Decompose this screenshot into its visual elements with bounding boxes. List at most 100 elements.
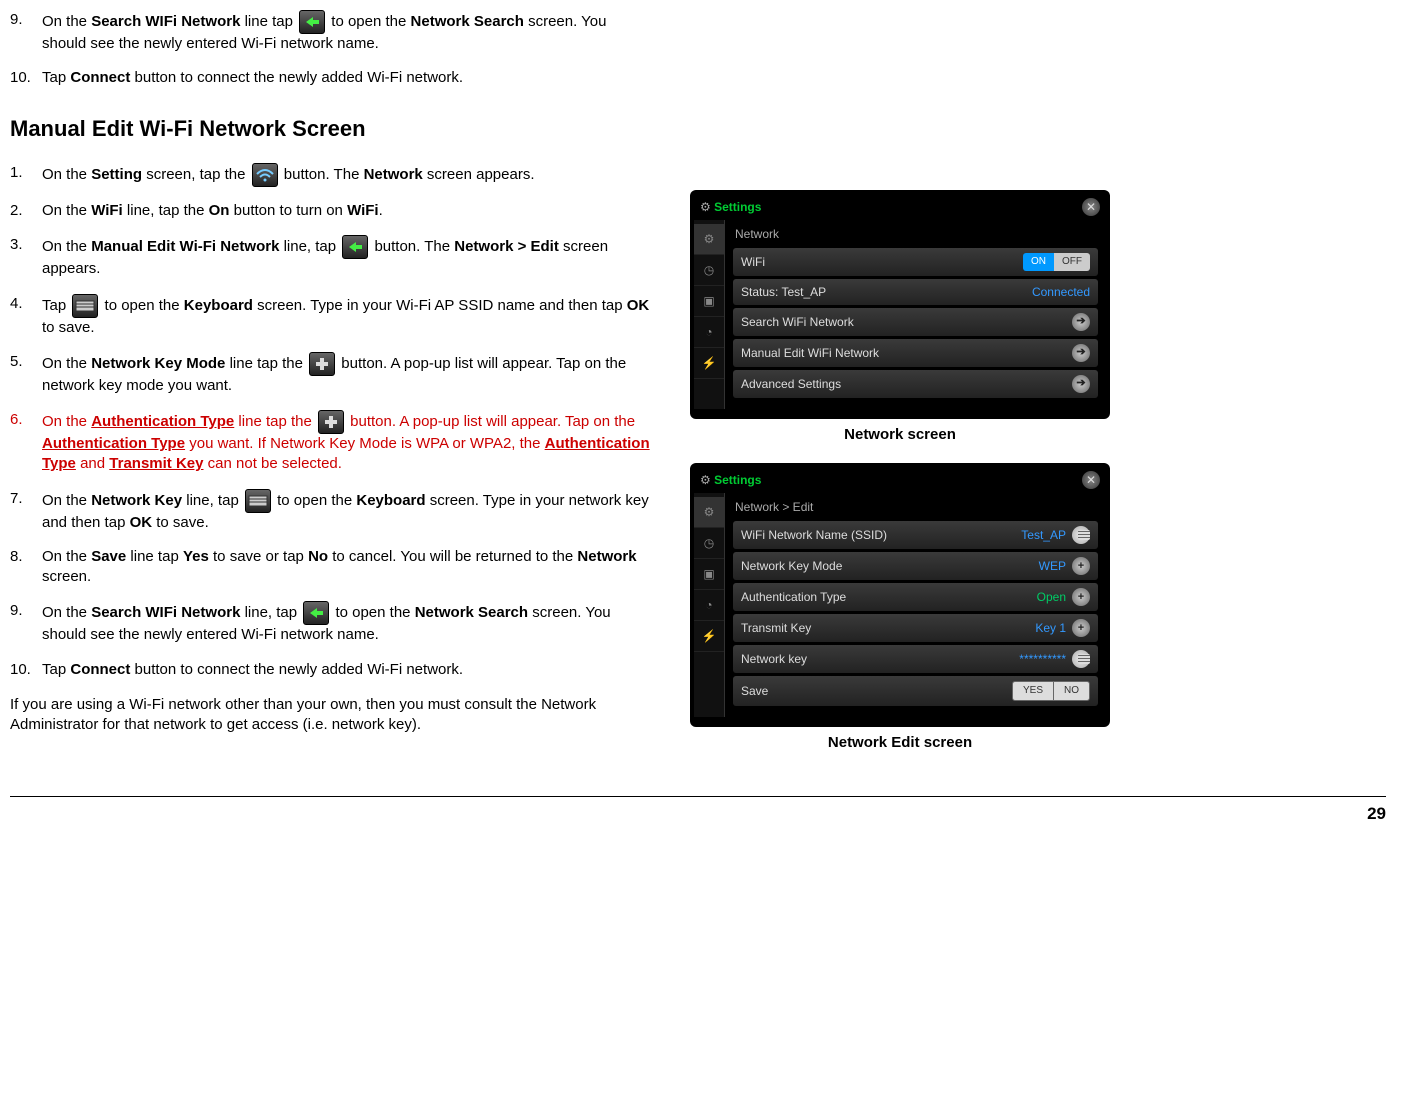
step-number: 3. — [10, 235, 42, 279]
clock-icon[interactable]: ◷ — [694, 528, 724, 559]
step-number: 1. — [10, 163, 42, 187]
on-off-toggle[interactable]: ONOFF — [1023, 253, 1090, 271]
settings-row[interactable]: Save YESNO — [733, 676, 1098, 706]
clock-icon[interactable]: ◷ — [694, 255, 724, 286]
network-edit-screen-title: Settings — [714, 473, 761, 487]
row-label: Status: Test_AP — [741, 284, 826, 300]
step-number: 2. — [10, 201, 42, 221]
step-number: 9. — [10, 601, 42, 645]
step-number: 7. — [10, 489, 42, 533]
step-text: On the Search WIFi Network line tap to o… — [42, 10, 650, 54]
arrow-icon — [303, 601, 329, 625]
step-text: On the Search WIFi Network line, tap to … — [42, 601, 650, 645]
row-label: WiFi Network Name (SSID) — [741, 527, 887, 543]
step-text: On the Network Key Mode line tap the but… — [42, 352, 650, 396]
row-value: Test_AP — [1021, 527, 1066, 543]
settings-row[interactable]: Advanced Settings ➔ — [733, 370, 1098, 398]
plus-icon[interactable]: + — [1072, 557, 1090, 575]
row-value: WEP — [1039, 558, 1066, 574]
step-text: On the Network Key line, tap to open the… — [42, 489, 650, 533]
breadcrumb: Network — [733, 222, 1098, 248]
row-label: Save — [741, 683, 768, 699]
settings-row[interactable]: WiFi Network Name (SSID) Test_AP — [733, 521, 1098, 549]
row-label: Advanced Settings — [741, 376, 841, 392]
keyboard-icon[interactable] — [1072, 526, 1090, 544]
step-number: 8. — [10, 547, 42, 588]
settings-row[interactable]: Status: Test_AP Connected — [733, 279, 1098, 305]
row-value: Key 1 — [1035, 620, 1066, 636]
step-number: 5. — [10, 352, 42, 396]
step-text: On the Setting screen, tap the button. T… — [42, 163, 650, 187]
row-label: Search WiFi Network — [741, 314, 854, 330]
step-number: 6. — [10, 410, 42, 475]
row-label: Network key — [741, 651, 807, 667]
step-text: On the Authentication Type line tap the … — [42, 410, 650, 475]
step-item: 4.Tap to open the Keyboard screen. Type … — [10, 294, 650, 338]
row-label: WiFi — [741, 254, 765, 270]
step-item: 8.On the Save line tap Yes to save or ta… — [10, 547, 650, 588]
plus-icon — [318, 410, 344, 434]
settings-row[interactable]: Network Key Mode WEP + — [733, 552, 1098, 580]
row-value: Connected — [1032, 284, 1090, 300]
step-item: 3.On the Manual Edit Wi-Fi Network line,… — [10, 235, 650, 279]
page-number: 29 — [10, 796, 1386, 826]
step-item: 2.On the WiFi line, tap the On button to… — [10, 201, 650, 221]
keyboard-icon — [245, 489, 271, 513]
row-label: Transmit Key — [741, 620, 811, 636]
step-text: Tap Connect button to connect the newly … — [42, 68, 650, 88]
plug-icon[interactable]: ⚡ — [694, 348, 724, 379]
screenshot1-caption: Network screen — [690, 425, 1110, 445]
close-icon[interactable]: ✕ — [1082, 198, 1100, 216]
settings-row[interactable]: Network key ********** — [733, 645, 1098, 673]
step-item: 6.On the Authentication Type line tap th… — [10, 410, 650, 475]
arrow-icon[interactable]: ➔ — [1072, 375, 1090, 393]
arrow-icon — [299, 10, 325, 34]
keyboard-icon — [72, 294, 98, 318]
gear-icon: ⚙ — [700, 473, 714, 487]
chart-icon[interactable]: ◔ — [694, 317, 724, 348]
step-item: 10.Tap Connect button to connect the new… — [10, 660, 650, 680]
breadcrumb: Network > Edit — [733, 495, 1098, 521]
close-icon[interactable]: ✕ — [1082, 471, 1100, 489]
row-label: Network Key Mode — [741, 558, 842, 574]
settings-row[interactable]: WiFi ONOFF — [733, 248, 1098, 276]
main-steps-list: 1.On the Setting screen, tap the button.… — [10, 163, 650, 680]
network-screen-title: Settings — [714, 200, 761, 214]
plus-icon[interactable]: + — [1072, 588, 1090, 606]
screenshot-sidebar: ⚙◷▣◔⚡ — [694, 493, 725, 717]
instructions-column: 9.On the Search WIFi Network line tap to… — [10, 10, 650, 771]
keyboard-icon[interactable] — [1072, 650, 1090, 668]
step-number: 10. — [10, 68, 42, 88]
gear-icon[interactable]: ⚙ — [694, 224, 724, 255]
arrow-icon[interactable]: ➔ — [1072, 344, 1090, 362]
screenshot-sidebar: ⚙◷▣◔⚡ — [694, 220, 725, 409]
settings-row[interactable]: Authentication TypeOpen+ — [733, 583, 1098, 611]
row-value: ********** — [1019, 651, 1066, 667]
yes-no-toggle[interactable]: YESNO — [1012, 681, 1090, 701]
bus-icon[interactable]: ▣ — [694, 286, 724, 317]
settings-row[interactable]: Transmit Key Key 1 + — [733, 614, 1098, 642]
step-item: 9.On the Search WIFi Network line, tap t… — [10, 601, 650, 645]
step-text: Tap to open the Keyboard screen. Type in… — [42, 294, 650, 338]
wifi-icon — [252, 163, 278, 187]
plus-icon[interactable]: + — [1072, 619, 1090, 637]
step-item: 7.On the Network Key line, tap to open t… — [10, 489, 650, 533]
chart-icon[interactable]: ◔ — [694, 590, 724, 621]
step-item: 1.On the Setting screen, tap the button.… — [10, 163, 650, 187]
step-number: 9. — [10, 10, 42, 54]
step-text: On the Manual Edit Wi-Fi Network line, t… — [42, 235, 650, 279]
arrow-icon — [342, 235, 368, 259]
step-text: Tap Connect button to connect the newly … — [42, 660, 650, 680]
network-screen: ⚙ Settings ✕ ⚙◷▣◔⚡ Network WiFi ONOFF Status: … — [690, 190, 1110, 419]
step-item: 5.On the Network Key Mode line tap the b… — [10, 352, 650, 396]
settings-row[interactable]: Search WiFi Network ➔ — [733, 308, 1098, 336]
plug-icon[interactable]: ⚡ — [694, 621, 724, 652]
step-text: On the WiFi line, tap the On button to t… — [42, 201, 650, 221]
gear-icon[interactable]: ⚙ — [694, 497, 724, 528]
arrow-icon[interactable]: ➔ — [1072, 313, 1090, 331]
step-item: 9.On the Search WIFi Network line tap to… — [10, 10, 650, 54]
settings-row[interactable]: Manual Edit WiFi Network➔ — [733, 339, 1098, 367]
bus-icon[interactable]: ▣ — [694, 559, 724, 590]
plus-icon — [309, 352, 335, 376]
step-number: 4. — [10, 294, 42, 338]
